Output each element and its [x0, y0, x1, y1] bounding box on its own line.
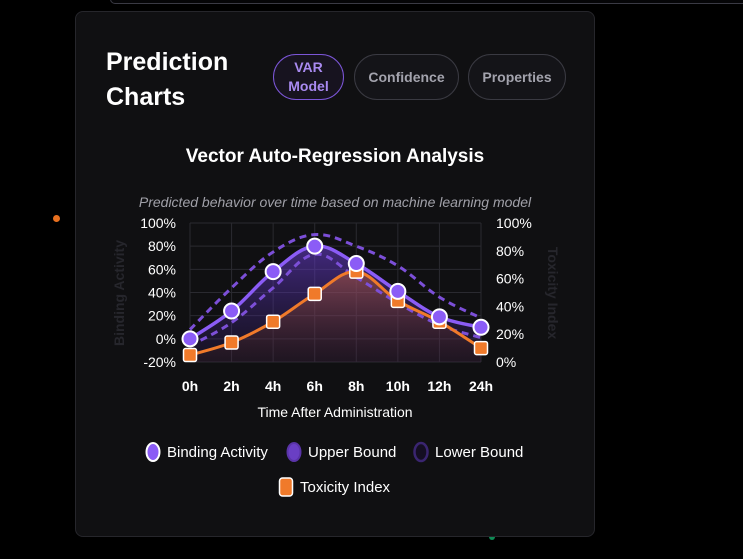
y-right-tick-label: 80% [496, 243, 524, 259]
legend-item: Upper Bound [286, 442, 396, 462]
legend-marker [145, 442, 161, 462]
binding-activity-point [306, 237, 324, 255]
y-right-tick-label: 60% [496, 271, 524, 287]
toxicity-index-point [182, 347, 198, 363]
x-tick-label: 24h [469, 378, 493, 394]
binding-activity-point [430, 308, 448, 326]
legend-label: Lower Bound [435, 444, 523, 461]
binding-activity-point [264, 263, 282, 281]
toxicity-index-point [473, 340, 489, 356]
x-tick-label: 4h [265, 378, 281, 394]
binding-activity-point [389, 282, 407, 300]
y-left-tick-label: 40% [148, 285, 176, 301]
y-axis-right-title: Toxicity Index [545, 247, 561, 340]
binding-activity-point [347, 255, 365, 273]
chart-title: Vector Auto-Regression Analysis [186, 146, 484, 167]
legend-marker [278, 477, 294, 497]
x-tick-label: 8h [348, 378, 364, 394]
toxicity-index-point [307, 286, 322, 302]
binding-activity-point [181, 330, 199, 348]
legend-marker [286, 442, 302, 462]
legend-label: Binding Activity [167, 444, 268, 461]
var-analysis-chart: Vector Auto-Regression Analysis Predicte… [111, 146, 561, 497]
y-axis-left-title: Binding Activity [111, 240, 127, 346]
y-left-tick-label: 100% [140, 215, 176, 231]
y-left-tick-label: 60% [148, 261, 176, 277]
x-axis-title: Time After Administration [257, 404, 412, 420]
chart-subtitle: Predicted behavior over time based on ma… [139, 194, 532, 210]
legend-item: Lower Bound [413, 441, 523, 463]
y-left-tick-label: 0% [156, 331, 176, 347]
binding-activity-point [472, 318, 490, 336]
x-tick-label: 2h [223, 378, 239, 394]
x-tick-label: 0h [182, 378, 198, 394]
x-tick-label: 12h [427, 378, 451, 394]
y-right-tick-label: 100% [496, 215, 532, 231]
y-left-tick-label: 80% [148, 238, 176, 254]
binding-activity-point [223, 302, 241, 320]
y-left-tick-label: -20% [143, 354, 176, 370]
toxicity-index-point [224, 335, 239, 350]
legend-marker [413, 441, 429, 463]
legend-label: Toxicity Index [300, 479, 391, 496]
y-right-tick-label: 40% [496, 298, 524, 314]
legend-item: Binding Activity [145, 442, 268, 462]
y-right-tick-label: 0% [496, 354, 516, 370]
toxicity-index-point [265, 314, 281, 329]
y-left-tick-label: 20% [148, 308, 176, 324]
legend-item: Toxicity Index [278, 477, 391, 497]
x-tick-label: 10h [386, 378, 410, 394]
x-tick-label: 6h [307, 378, 323, 394]
legend-label: Upper Bound [308, 444, 396, 461]
y-right-tick-label: 20% [496, 326, 524, 342]
